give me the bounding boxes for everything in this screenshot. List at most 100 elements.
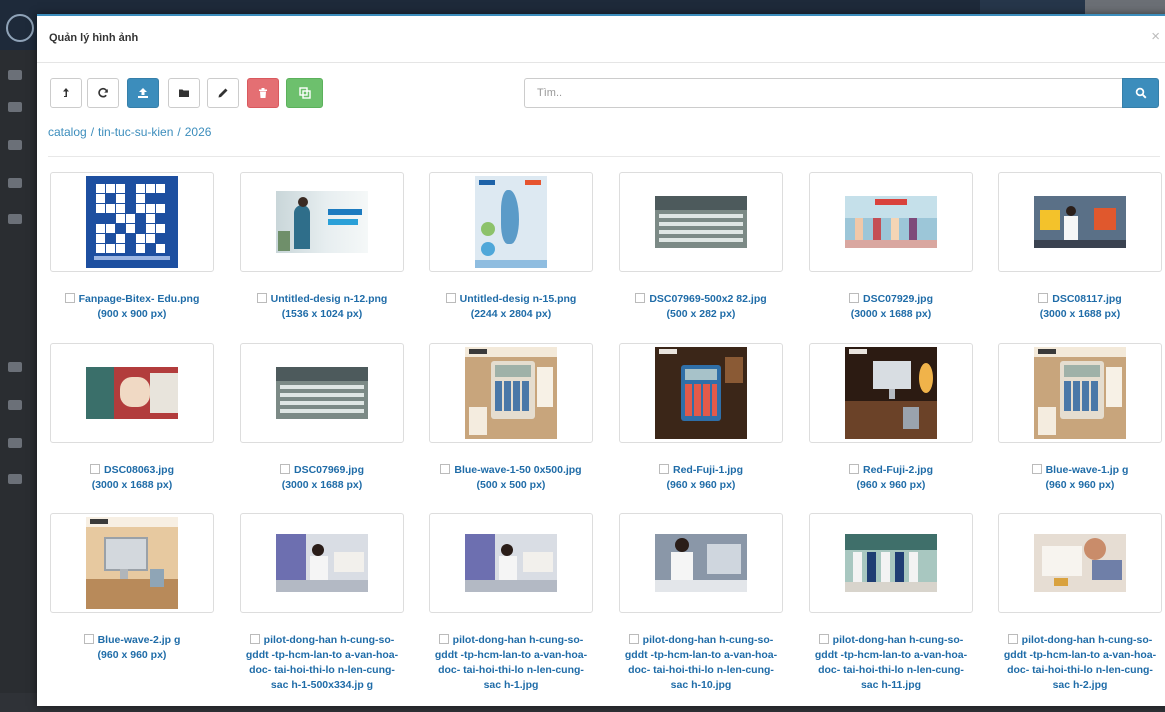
image-thumbnail[interactable] xyxy=(619,172,783,272)
image-filename[interactable]: Blue-wave-1.jp g xyxy=(1046,464,1129,476)
select-checkbox[interactable] xyxy=(438,634,449,644)
background-sidebar xyxy=(0,50,40,693)
select-checkbox[interactable] xyxy=(659,464,669,474)
image-caption: DSC07969.jpg (3000 x 1688 px) xyxy=(240,463,404,493)
image-filename[interactable]: DSC07929.jpg xyxy=(863,293,933,305)
image-caption: Untitled-desig n-12.png (1536 x 1024 px) xyxy=(240,292,404,322)
image-grid: Fanpage-Bitex- Edu.png (900 x 900 px) Un… xyxy=(50,172,1165,712)
background-sidebar-icon xyxy=(8,102,22,112)
image-filename[interactable]: DSC08117.jpg xyxy=(1052,293,1121,305)
image-dimensions: (960 x 960 px) xyxy=(1045,479,1115,491)
image-preview xyxy=(845,196,937,248)
select-checkbox[interactable] xyxy=(83,634,94,644)
select-checkbox[interactable] xyxy=(1038,293,1049,303)
image-thumbnail[interactable] xyxy=(429,513,593,613)
select-checkbox[interactable] xyxy=(1007,634,1018,644)
image-thumbnail[interactable] xyxy=(50,172,214,272)
image-thumbnail[interactable] xyxy=(240,343,404,443)
image-filename[interactable]: Blue-wave-2.jp g xyxy=(98,634,181,646)
upload-button[interactable] xyxy=(127,78,159,108)
image-dimensions: (3000 x 1688 px) xyxy=(91,479,173,491)
breadcrumb-item-catalog[interactable]: catalog xyxy=(48,125,87,139)
image-item: Fanpage-Bitex- Edu.png (900 x 900 px) xyxy=(50,172,214,322)
image-filename[interactable]: Untitled-desig n-12.png xyxy=(271,293,388,305)
pencil-icon xyxy=(218,88,228,98)
rename-button[interactable] xyxy=(207,78,239,108)
select-checkbox[interactable] xyxy=(445,293,456,303)
image-dimensions: (900 x 900 px) xyxy=(97,308,167,320)
image-filename[interactable]: pilot-dong-han h-cung-so-gddt -tp-hcm-la… xyxy=(435,634,587,691)
image-thumbnail[interactable] xyxy=(619,513,783,613)
image-dimensions: (500 x 282 px) xyxy=(666,308,736,320)
image-thumbnail[interactable] xyxy=(619,343,783,443)
select-checkbox[interactable] xyxy=(249,634,260,644)
image-item: Blue-wave-2.jp g (960 x 960 px) xyxy=(50,513,214,663)
image-item: Blue-wave-1-50 0x500.jpg (500 x 500 px) xyxy=(429,343,593,493)
select-checkbox[interactable] xyxy=(64,293,75,303)
image-thumbnail[interactable] xyxy=(998,172,1162,272)
image-thumbnail[interactable] xyxy=(429,172,593,272)
image-thumbnail[interactable] xyxy=(429,343,593,443)
image-thumbnail[interactable] xyxy=(240,513,404,613)
image-item: Red-Fuji-2.jpg (960 x 960 px) xyxy=(809,343,973,493)
image-caption: DSC07929.jpg (3000 x 1688 px) xyxy=(809,292,973,322)
close-icon[interactable]: × xyxy=(1151,28,1160,45)
breadcrumb-item-tin-tuc-su-kien[interactable]: tin-tuc-su-kien xyxy=(98,125,173,139)
image-filename[interactable]: DSC07969-500x2 82.jpg xyxy=(649,293,766,305)
select-checkbox[interactable] xyxy=(1031,464,1042,474)
refresh-button[interactable] xyxy=(87,78,119,108)
parent-folder-button[interactable] xyxy=(50,78,82,108)
image-filename[interactable]: Red-Fuji-2.jpg xyxy=(863,464,933,476)
image-filename[interactable]: pilot-dong-han h-cung-so-gddt -tp-hcm-la… xyxy=(625,634,777,691)
select-checkbox[interactable] xyxy=(279,464,290,474)
image-preview xyxy=(1034,347,1126,439)
image-thumbnail[interactable] xyxy=(809,172,973,272)
background-topbar-segment xyxy=(980,0,1085,14)
image-thumbnail[interactable] xyxy=(50,513,214,613)
image-thumbnail[interactable] xyxy=(240,172,404,272)
image-caption: Fanpage-Bitex- Edu.png (900 x 900 px) xyxy=(50,292,214,322)
image-thumbnail[interactable] xyxy=(809,343,973,443)
select-checkbox[interactable] xyxy=(628,634,639,644)
select-checkbox[interactable] xyxy=(635,293,646,303)
search-input[interactable] xyxy=(524,78,1122,108)
image-item: Untitled-desig n-12.png (1536 x 1024 px) xyxy=(240,172,404,322)
select-checkbox[interactable] xyxy=(848,293,859,303)
breadcrumb-separator: / xyxy=(90,125,95,139)
select-checkbox[interactable] xyxy=(849,464,859,474)
select-checkbox[interactable] xyxy=(440,464,451,474)
image-thumbnail[interactable] xyxy=(50,343,214,443)
image-filename[interactable]: Red-Fuji-1.jpg xyxy=(673,464,743,476)
image-preview xyxy=(276,367,368,419)
image-filename[interactable]: pilot-dong-han h-cung-so-gddt -tp-hcm-la… xyxy=(815,634,967,691)
image-thumbnail[interactable] xyxy=(809,513,973,613)
delete-button[interactable] xyxy=(247,78,279,108)
image-filename[interactable]: pilot-dong-han h-cung-so-gddt -tp-hcm-la… xyxy=(1004,634,1156,691)
image-filename[interactable]: Blue-wave-1-50 0x500.jpg xyxy=(454,464,581,476)
breadcrumb-item-2026[interactable]: 2026 xyxy=(185,125,212,139)
image-thumbnail[interactable] xyxy=(998,343,1162,443)
image-filename[interactable]: Untitled-desig n-15.png xyxy=(460,293,577,305)
background-topbar-segment xyxy=(1085,0,1165,14)
image-filename[interactable]: Fanpage-Bitex- Edu.png xyxy=(79,293,200,305)
image-thumbnail[interactable] xyxy=(998,513,1162,613)
image-item: Red-Fuji-1.jpg (960 x 960 px) xyxy=(619,343,783,493)
image-filename[interactable]: DSC07969.jpg xyxy=(294,464,364,476)
image-item: DSC07969-500x2 82.jpg (500 x 282 px) xyxy=(619,172,783,322)
copy-button[interactable] xyxy=(286,78,323,108)
level-up-icon xyxy=(63,88,69,97)
image-preview xyxy=(475,176,547,268)
image-preview xyxy=(1034,196,1126,248)
select-checkbox[interactable] xyxy=(818,634,829,644)
background-sidebar-icon xyxy=(8,214,22,224)
select-checkbox[interactable] xyxy=(256,293,267,303)
image-item: pilot-dong-han h-cung-so-gddt -tp-hcm-la… xyxy=(619,513,783,693)
image-filename[interactable]: pilot-dong-han h-cung-so-gddt -tp-hcm-la… xyxy=(246,634,398,691)
select-checkbox[interactable] xyxy=(89,464,100,474)
image-preview xyxy=(1034,534,1126,592)
image-preview xyxy=(655,196,747,248)
search-button[interactable] xyxy=(1122,78,1159,108)
new-folder-button[interactable] xyxy=(168,78,200,108)
image-caption: pilot-dong-han h-cung-so-gddt -tp-hcm-la… xyxy=(240,633,404,693)
image-filename[interactable]: DSC08063.jpg xyxy=(104,464,174,476)
